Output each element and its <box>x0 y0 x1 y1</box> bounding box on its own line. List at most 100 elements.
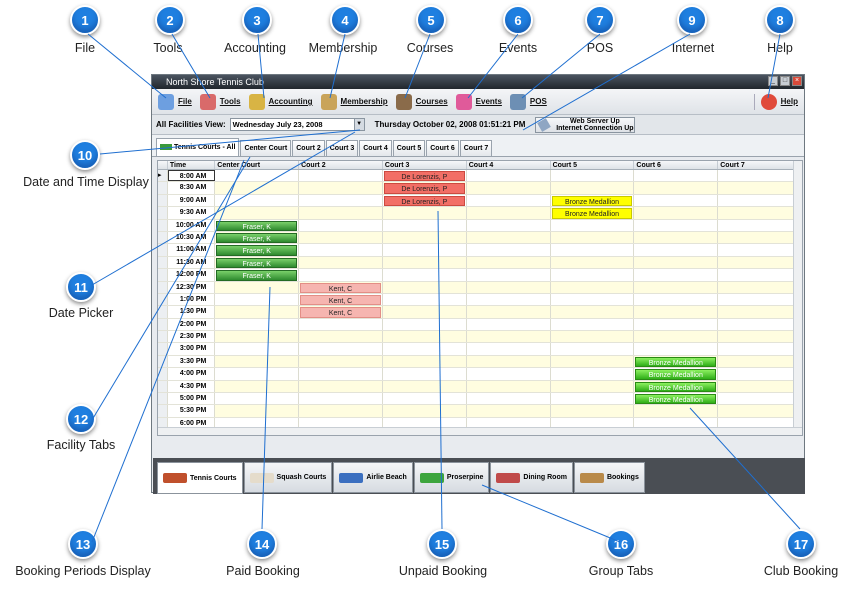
booking-cell[interactable] <box>382 380 467 393</box>
booking-cell[interactable] <box>550 405 635 417</box>
booking-cell[interactable] <box>551 393 635 405</box>
booking-cell[interactable] <box>634 231 719 244</box>
booking-cell[interactable] <box>467 170 551 182</box>
table-row[interactable]: 4:00 PM Bronze Medallion <box>158 368 802 381</box>
booking-cell[interactable] <box>467 244 551 256</box>
tab-tennis-courts-all[interactable]: Tennis Courts - All <box>156 138 240 156</box>
tab-center-court[interactable]: Center Court <box>240 140 292 156</box>
booking-cell[interactable] <box>467 393 551 405</box>
booking-cell[interactable] <box>718 343 802 355</box>
tools-button[interactable]: Tools <box>199 93 241 110</box>
booking-cell[interactable] <box>466 380 551 393</box>
booking-cell[interactable] <box>215 318 300 331</box>
booking-cell[interactable] <box>215 306 300 318</box>
row-header[interactable] <box>158 207 168 219</box>
booking-cell[interactable] <box>382 207 467 219</box>
booking-cell[interactable] <box>215 380 300 393</box>
booking-cell[interactable] <box>551 219 635 231</box>
booking-cell[interactable] <box>383 293 467 306</box>
booking-cell[interactable] <box>551 269 635 281</box>
booking-cell[interactable] <box>299 219 383 231</box>
booking-cell[interactable] <box>467 194 551 207</box>
booking-cell[interactable] <box>467 318 551 331</box>
booking-cell[interactable] <box>718 293 802 306</box>
table-row[interactable]: 11:00 AM Fraser, K <box>158 244 802 257</box>
group-tab-dining-room[interactable]: Dining Room <box>490 462 573 493</box>
row-header[interactable] <box>158 219 168 231</box>
booking-cell[interactable] <box>215 207 300 219</box>
booking-cell[interactable] <box>215 194 300 207</box>
booking-cell[interactable]: Fraser, K <box>215 231 300 244</box>
booking-cell[interactable] <box>382 231 467 244</box>
row-header[interactable] <box>158 405 168 417</box>
booking-cell[interactable] <box>466 355 551 368</box>
booking-cell[interactable]: De Lorenzis, P <box>383 194 467 207</box>
group-booking[interactable]: Bronze Medallion <box>551 195 633 207</box>
booking-cell[interactable] <box>299 331 383 343</box>
booking-cell[interactable] <box>550 281 635 293</box>
booking-cell[interactable]: Bronze Medallion <box>634 393 719 405</box>
booking-cell[interactable] <box>718 368 802 380</box>
unpaid-booking[interactable]: Kent, C <box>300 282 381 293</box>
booking-cell[interactable] <box>466 306 551 318</box>
table-row[interactable]: 3:30 PM Bronze Medallion <box>158 355 802 369</box>
booking-cell[interactable] <box>718 405 802 417</box>
booking-cell[interactable] <box>550 231 635 244</box>
row-header[interactable] <box>158 393 168 405</box>
booking-cell[interactable] <box>383 269 467 281</box>
booking-cell[interactable] <box>383 244 467 256</box>
table-row[interactable]: 2:00 PM <box>158 318 802 332</box>
row-header[interactable] <box>158 293 168 306</box>
booking-cell[interactable] <box>550 182 635 194</box>
row-header[interactable] <box>158 318 168 331</box>
booking-cell[interactable] <box>466 331 551 343</box>
booking-cell[interactable] <box>550 355 635 368</box>
booking-cell[interactable] <box>467 368 551 380</box>
row-header[interactable] <box>158 343 168 355</box>
table-row[interactable]: 9:30 AM Bronze Medallion <box>158 207 802 220</box>
booking-cell[interactable] <box>634 293 719 306</box>
booking-cell[interactable]: Bronze Medallion <box>550 207 635 219</box>
row-header[interactable] <box>158 281 168 293</box>
booking-cell[interactable] <box>634 405 719 417</box>
table-row[interactable]: 1:30 PM Kent, C <box>158 306 802 319</box>
club-booking[interactable]: Bronze Medallion <box>635 369 717 380</box>
booking-cell[interactable] <box>551 293 635 306</box>
table-row[interactable]: 4:30 PM Bronze Medallion <box>158 380 802 394</box>
booking-cell[interactable] <box>215 331 300 343</box>
row-header[interactable] <box>158 306 168 318</box>
horizontal-scrollbar[interactable] <box>158 427 802 435</box>
booking-cell[interactable] <box>634 256 719 269</box>
booking-cell[interactable] <box>466 231 551 244</box>
booking-cell[interactable] <box>382 355 467 368</box>
row-header[interactable] <box>158 256 168 269</box>
booking-cell[interactable] <box>383 393 467 405</box>
booking-cell[interactable] <box>550 331 635 343</box>
booking-cell[interactable] <box>467 219 551 231</box>
booking-cell[interactable] <box>215 343 300 355</box>
booking-cell[interactable] <box>466 281 551 293</box>
dl-booking[interactable]: De Lorenzis, P <box>383 171 465 182</box>
booking-cell[interactable] <box>382 405 467 417</box>
booking-cell[interactable]: Kent, C <box>299 281 383 293</box>
booking-cell[interactable] <box>634 306 719 318</box>
booking-cell[interactable] <box>299 269 383 281</box>
booking-cell[interactable] <box>382 331 467 343</box>
table-row[interactable]: 3:00 PM <box>158 343 802 356</box>
help-button[interactable]: Help <box>753 93 798 110</box>
group-tab-squash-courts[interactable]: Squash Courts <box>243 462 333 493</box>
booking-cell[interactable] <box>634 331 719 343</box>
close-button[interactable]: × <box>792 76 802 86</box>
club-booking[interactable]: Bronze Medallion <box>635 381 717 393</box>
booking-cell[interactable] <box>551 244 635 256</box>
booking-cell[interactable] <box>215 368 300 380</box>
row-header[interactable] <box>158 380 168 393</box>
booking-cell[interactable] <box>634 219 719 231</box>
booking-cell[interactable]: Fraser, K <box>215 269 300 281</box>
accounting-button[interactable]: Accounting <box>248 93 313 110</box>
maximize-button[interactable]: □ <box>780 76 790 86</box>
row-header[interactable] <box>158 331 168 343</box>
booking-cell[interactable] <box>634 269 719 281</box>
tab-court-5[interactable]: Court 5 <box>392 140 426 156</box>
booking-cell[interactable] <box>718 393 802 405</box>
